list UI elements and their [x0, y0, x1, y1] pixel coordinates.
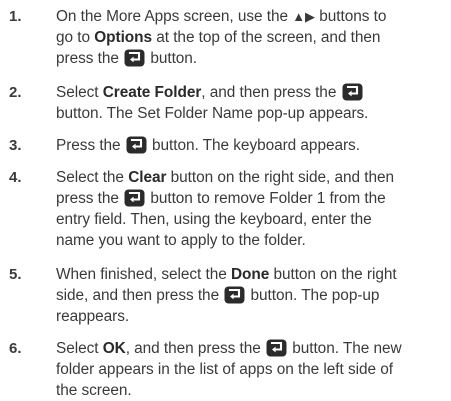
step-number: 3.	[9, 137, 22, 154]
enter-return-icon	[126, 136, 147, 154]
step-line: On the More Apps screen, use the ▲▶ butt…	[56, 8, 387, 25]
step-line: Select OK, and then press the button. Th…	[56, 339, 402, 357]
step-line: go to Options at the top of the screen, …	[56, 29, 381, 46]
step-line: button. The Set Folder Name pop-up appea…	[56, 105, 369, 122]
step-number: 1.	[9, 8, 22, 25]
enter-return-icon	[342, 83, 363, 101]
step-line: Select Create Folder, and then press the	[56, 82, 441, 103]
step-line: name you want to apply to the folder.	[56, 232, 306, 249]
step-line: folder appears in the list of apps on th…	[56, 361, 393, 378]
step-line: side, and then press the button. The pop…	[56, 286, 380, 304]
step-line: Select the Clear button on the right sid…	[56, 169, 395, 186]
enter-return-icon	[266, 339, 287, 357]
enter-return-icon	[124, 49, 145, 67]
step-number: 6.	[9, 340, 22, 357]
options-label: Options	[94, 29, 153, 46]
step-line: Press the button. The keyboard appears.	[56, 136, 360, 154]
step-text: When finished, select the Done button on…	[56, 264, 441, 327]
enter-return-icon	[124, 189, 145, 207]
up-right-arrows-icon: ▲▶	[292, 9, 316, 24]
step-number: 4.	[9, 169, 22, 186]
step-text: Select OK, and then press the button. Th…	[56, 338, 441, 401]
step-line: reappears.	[56, 308, 130, 325]
step-number: 5.	[9, 266, 22, 283]
instruction-steps: 1. On the More Apps screen, use the ▲▶ b…	[0, 0, 451, 401]
step-text: Select Create Folder, and then press the…	[56, 82, 441, 124]
step-number: 2.	[9, 84, 22, 101]
step-text: On the More Apps screen, use the ▲▶ butt…	[56, 6, 441, 69]
step-text: Press the button. The keyboard appears.	[56, 135, 441, 156]
step-text: Select the Clear button on the right sid…	[56, 167, 441, 251]
step-line: entry field. Then, using the keyboard, e…	[56, 211, 372, 228]
step-line: press the button to remove Folder 1 from…	[56, 189, 386, 207]
ok-label: OK	[102, 340, 126, 357]
create-folder-label: Create Folder	[102, 84, 202, 101]
enter-return-icon	[224, 286, 245, 304]
step-line: When finished, select the Done button on…	[56, 266, 397, 283]
done-label: Done	[230, 266, 270, 283]
clear-label: Clear	[128, 169, 167, 186]
step-line: press the button.	[56, 49, 198, 67]
